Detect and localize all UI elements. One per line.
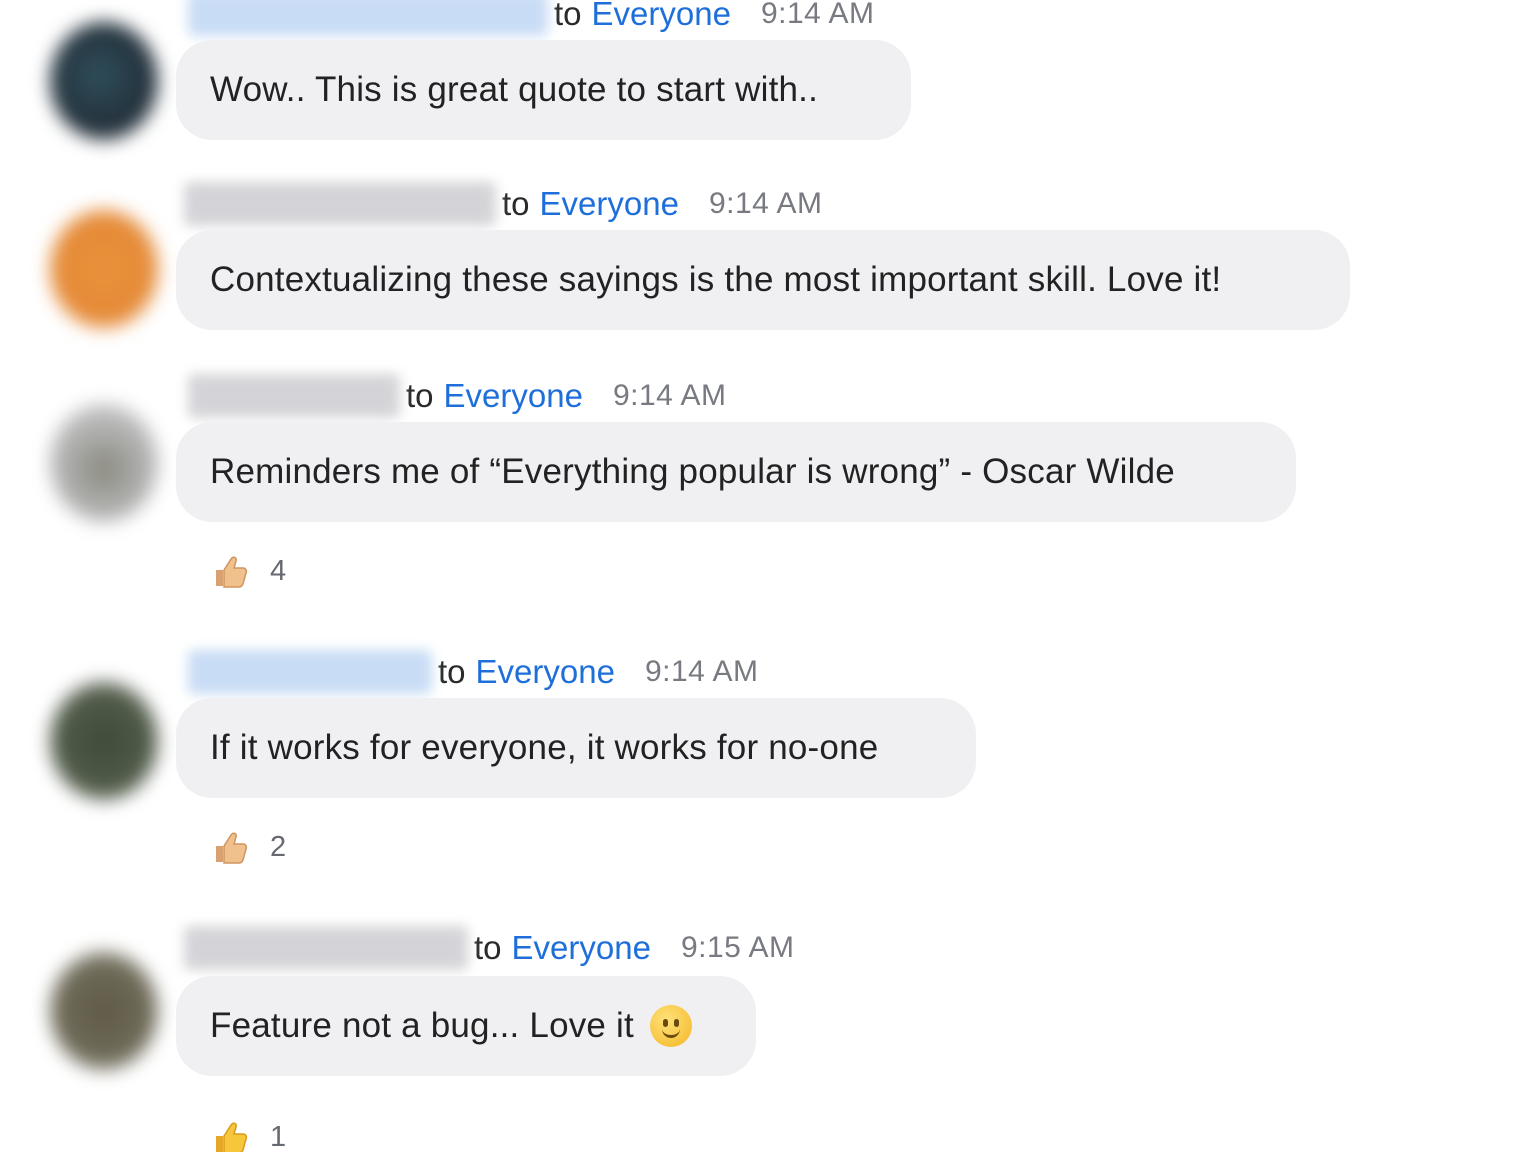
- message-header: to Everyone 9:14 AM: [188, 0, 875, 36]
- message-bubble[interactable]: If it works for everyone, it works for n…: [176, 698, 976, 798]
- message-timestamp: 9:14 AM: [612, 379, 727, 412]
- recipient-prefix: to: [502, 185, 530, 222]
- message-timestamp: 9:15 AM: [680, 931, 795, 964]
- reaction-count: 4: [270, 554, 287, 587]
- sender-name-redacted: [188, 650, 432, 694]
- recipient-link[interactable]: Everyone: [444, 377, 583, 415]
- message-bubble[interactable]: Feature not a bug... Love it: [176, 976, 756, 1076]
- thumbs-up-icon: [216, 832, 248, 864]
- message-text: Wow.. This is great quote to start with.…: [210, 70, 819, 109]
- message-header: to Everyone 9:14 AM: [184, 182, 823, 226]
- reaction-count: 2: [270, 830, 287, 863]
- message-header: to Everyone 9:14 AM: [188, 374, 727, 418]
- message-header: to Everyone 9:15 AM: [184, 926, 795, 970]
- recipient-link[interactable]: Everyone: [592, 0, 731, 33]
- reaction-count: 1: [270, 1120, 287, 1152]
- recipient-link[interactable]: Everyone: [476, 653, 615, 691]
- sender-avatar[interactable]: [50, 22, 158, 140]
- message-bubble[interactable]: Contextualizing these sayings is the mos…: [176, 230, 1350, 330]
- reaction-badge[interactable]: 2: [210, 826, 286, 868]
- message-text: Feature not a bug... Love it: [210, 1006, 634, 1045]
- thumbs-up-icon: [216, 556, 248, 588]
- recipient-link[interactable]: Everyone: [512, 929, 651, 967]
- message-bubble[interactable]: Wow.. This is great quote to start with.…: [176, 40, 911, 140]
- message-text: Contextualizing these sayings is the mos…: [210, 260, 1222, 299]
- chat-panel: to Everyone 9:14 AM Wow.. This is great …: [0, 0, 1536, 1152]
- message-timestamp: 9:14 AM: [644, 655, 759, 688]
- sender-name-redacted: [188, 0, 548, 36]
- message-timestamp: 9:14 AM: [708, 187, 823, 220]
- sender-avatar[interactable]: [50, 404, 158, 522]
- recipient-link[interactable]: Everyone: [540, 185, 679, 223]
- sender-name-redacted: [184, 182, 496, 226]
- message-header: to Everyone 9:14 AM: [188, 650, 759, 694]
- reaction-badge[interactable]: 4: [210, 550, 286, 592]
- recipient-prefix: to: [438, 653, 466, 690]
- sender-avatar[interactable]: [50, 682, 158, 800]
- reaction-badge[interactable]: 1: [210, 1116, 286, 1152]
- recipient-prefix: to: [554, 0, 582, 32]
- sender-avatar[interactable]: [50, 952, 158, 1070]
- message-timestamp: 9:14 AM: [760, 0, 875, 30]
- sender-name-redacted: [188, 374, 400, 418]
- message-text: If it works for everyone, it works for n…: [210, 728, 879, 767]
- message-text: Reminders me of “Everything popular is w…: [210, 452, 1175, 491]
- message-bubble[interactable]: Reminders me of “Everything popular is w…: [176, 422, 1296, 522]
- slightly-smiling-face-icon: [649, 1005, 692, 1047]
- sender-avatar[interactable]: [50, 210, 158, 328]
- recipient-prefix: to: [474, 929, 502, 966]
- recipient-prefix: to: [406, 377, 434, 414]
- sender-name-redacted: [184, 926, 468, 970]
- thumbs-up-icon: [216, 1122, 248, 1152]
